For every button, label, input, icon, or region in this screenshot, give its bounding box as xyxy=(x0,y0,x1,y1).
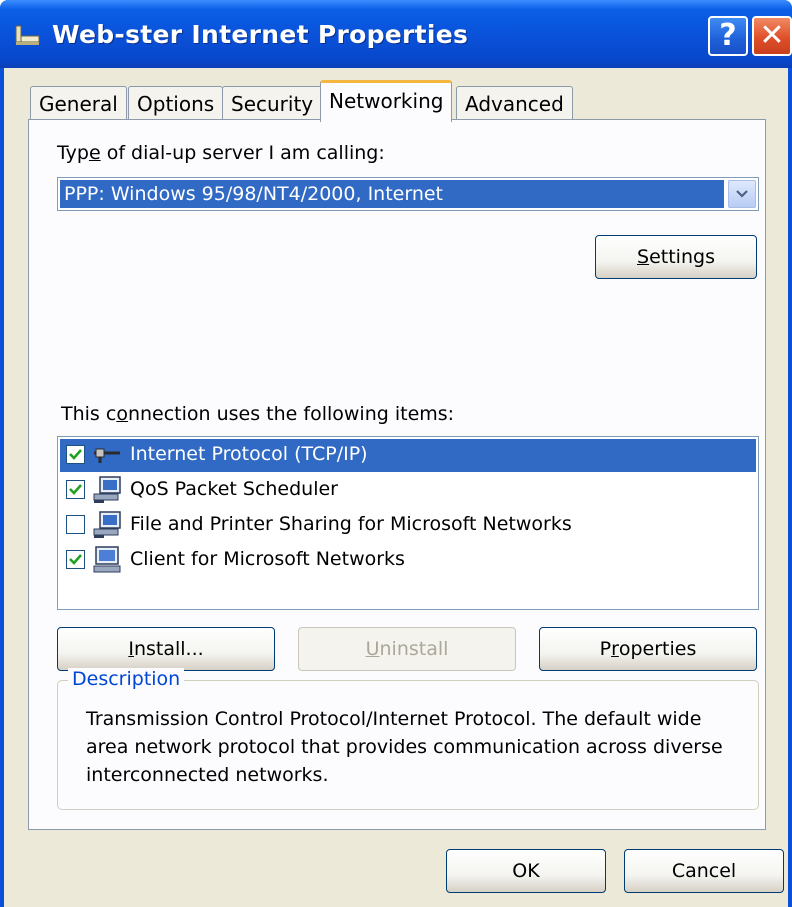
checkbox-file-sharing[interactable] xyxy=(66,515,85,534)
tab-options[interactable]: Options xyxy=(128,86,224,120)
network-client-icon xyxy=(93,546,121,573)
uninstall-button[interactable]: Uninstall xyxy=(298,627,516,671)
network-service-icon xyxy=(93,476,121,503)
help-button[interactable]: ? xyxy=(708,16,748,56)
network-service-icon xyxy=(93,511,121,538)
list-item-file-sharing[interactable]: File and Printer Sharing for Microsoft N… xyxy=(60,509,756,542)
item-label: File and Printer Sharing for Microsoft N… xyxy=(130,513,572,535)
window-title: Web-ster Internet Properties xyxy=(52,20,469,49)
tab-advanced[interactable]: Advanced xyxy=(456,86,573,120)
settings-button[interactable]: Settings xyxy=(595,235,757,279)
help-icon: ? xyxy=(719,18,737,53)
properties-window: Web-ster Internet Properties ? ✕ General… xyxy=(0,0,792,907)
properties-button[interactable]: Pr operties xyxy=(539,627,757,671)
dialog-body: General Options Security Networking Adva… xyxy=(4,68,788,907)
components-list[interactable]: Internet Protocol (TCP/IP) QoS Packet Sc… xyxy=(57,436,759,610)
item-label: QoS Packet Scheduler xyxy=(130,478,338,500)
item-label: Client for Microsoft Networks xyxy=(130,548,405,570)
tab-general[interactable]: General xyxy=(30,86,127,120)
server-type-dropdown[interactable]: PPP: Windows 95/98/NT4/2000, Internet xyxy=(57,177,759,211)
list-item-qos[interactable]: QoS Packet Scheduler xyxy=(60,474,756,507)
description-title: Description xyxy=(68,668,185,690)
tab-security[interactable]: Security xyxy=(222,86,323,120)
check-icon xyxy=(69,449,82,460)
ok-button[interactable]: OK xyxy=(446,849,606,893)
server-type-label: Type of dial-up server I am calling: xyxy=(57,142,385,164)
checkbox-client[interactable] xyxy=(66,550,85,569)
checkbox-tcpip[interactable] xyxy=(66,445,85,464)
description-text: Transmission Control Protocol/Internet P… xyxy=(86,708,723,786)
description-group: Description Transmission Control Protoco… xyxy=(57,668,759,810)
install-button[interactable]: Install... xyxy=(57,627,275,671)
cancel-button[interactable]: Cancel xyxy=(624,849,784,893)
connection-icon xyxy=(15,25,40,45)
checkbox-qos[interactable] xyxy=(66,480,85,499)
close-icon: ✕ xyxy=(759,18,785,53)
tab-networking[interactable]: Networking xyxy=(320,80,453,122)
server-type-value: PPP: Windows 95/98/NT4/2000, Internet xyxy=(60,180,724,208)
list-item-client[interactable]: Client for Microsoft Networks xyxy=(60,544,756,577)
items-label: This connection uses the following items… xyxy=(61,403,455,425)
list-item-tcpip[interactable]: Internet Protocol (TCP/IP) xyxy=(60,439,756,472)
close-button[interactable]: ✕ xyxy=(752,16,792,56)
check-icon xyxy=(69,554,82,565)
item-label: Internet Protocol (TCP/IP) xyxy=(130,443,368,465)
network-protocol-icon xyxy=(94,448,120,463)
chevron-down-icon[interactable] xyxy=(728,180,756,208)
networking-panel: Type of dial-up server I am calling: PPP… xyxy=(28,119,766,830)
title-bar[interactable]: Web-ster Internet Properties ? ✕ xyxy=(0,0,792,68)
check-icon xyxy=(69,484,82,495)
